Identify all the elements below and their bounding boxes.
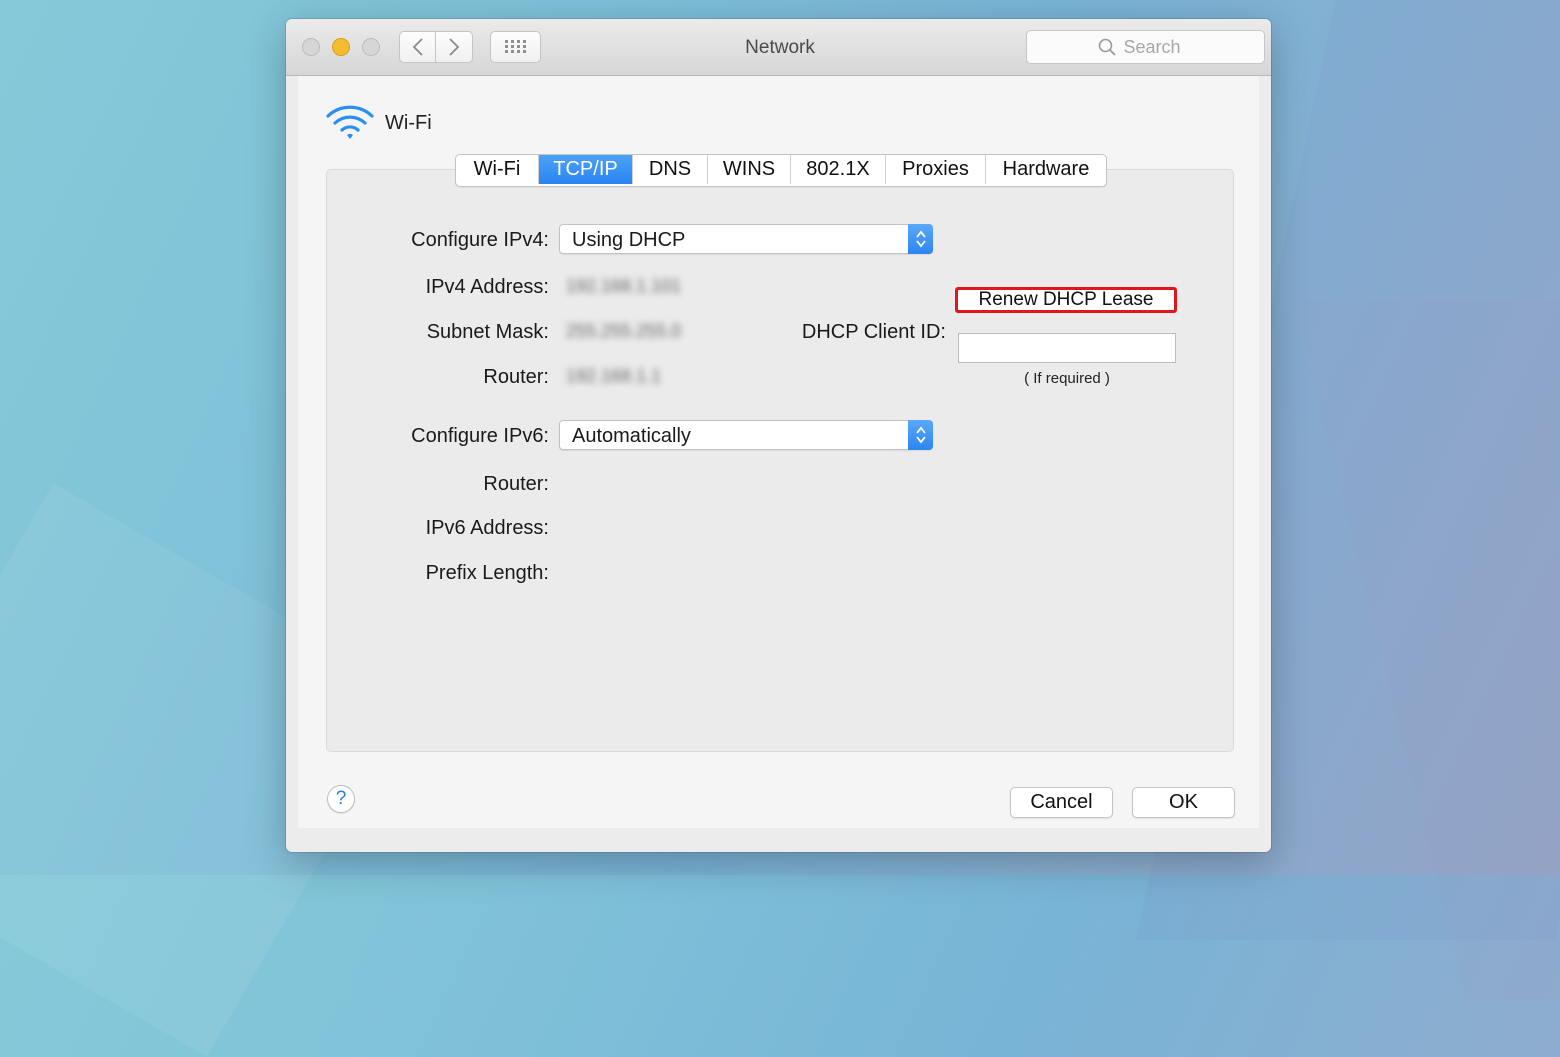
settings-panel xyxy=(326,169,1234,752)
help-button[interactable]: ? xyxy=(327,785,355,813)
ipv4-router-value: 192.168.1.1 xyxy=(566,366,662,386)
configure-ipv4-value: Using DHCP xyxy=(572,229,686,251)
wifi-icon xyxy=(326,105,374,139)
search-field[interactable] xyxy=(1026,30,1265,64)
tab-bar: Wi-Fi TCP/IP DNS WINS 802.1X Proxies Har… xyxy=(455,154,1107,187)
configure-ipv6-select[interactable]: Automatically xyxy=(559,420,933,450)
chevron-right-icon xyxy=(449,38,460,56)
grid-icon xyxy=(504,40,526,53)
zoom-window-button[interactable] xyxy=(362,38,380,56)
network-preferences-window: Network Wi-Fi Wi-Fi TCP/IP DNS WINS 802.… xyxy=(286,19,1271,852)
configure-ipv6-value: Automatically xyxy=(572,425,691,447)
subnet-mask-label: Subnet Mask: xyxy=(426,321,549,343)
forward-button[interactable] xyxy=(436,31,473,63)
tab-8021x[interactable]: 802.1X xyxy=(791,155,886,184)
ipv4-address-label: IPv4 Address: xyxy=(425,276,549,298)
configure-ipv6-label: Configure IPv6: xyxy=(411,425,549,447)
ok-button[interactable]: OK xyxy=(1132,787,1235,818)
close-window-button[interactable] xyxy=(302,38,320,56)
dhcp-client-id-label: DHCP Client ID: xyxy=(801,321,946,343)
ipv4-router-label: Router: xyxy=(483,366,549,388)
client-id-hint: ( If required ) xyxy=(1024,370,1110,387)
network-name: Wi-Fi xyxy=(385,112,432,134)
content-area: Wi-Fi Wi-Fi TCP/IP DNS WINS 802.1X Proxi… xyxy=(298,76,1259,828)
renew-dhcp-lease-button[interactable]: Renew DHCP Lease xyxy=(955,287,1177,313)
cancel-button[interactable]: Cancel xyxy=(1010,787,1113,818)
tab-proxies[interactable]: Proxies xyxy=(886,155,986,184)
configure-ipv4-select[interactable]: Using DHCP xyxy=(559,224,933,254)
back-button[interactable] xyxy=(399,31,436,63)
configure-ipv4-label: Configure IPv4: xyxy=(411,229,549,251)
ipv6-router-label: Router: xyxy=(483,473,549,495)
search-input[interactable] xyxy=(1123,36,1194,58)
chevron-left-icon xyxy=(412,38,423,56)
tab-dns[interactable]: DNS xyxy=(633,155,708,184)
prefix-length-label: Prefix Length: xyxy=(425,562,549,584)
tab-wifi[interactable]: Wi-Fi xyxy=(456,155,539,184)
updown-arrows-icon xyxy=(908,420,933,450)
show-all-button[interactable] xyxy=(490,31,541,63)
ipv4-address-value: 192.168.1.101 xyxy=(566,276,682,296)
tab-hardware[interactable]: Hardware xyxy=(986,155,1106,184)
subnet-mask-value: 255.255.255.0 xyxy=(566,321,682,341)
ipv6-address-label: IPv6 Address: xyxy=(425,517,549,539)
window-title: Network xyxy=(745,37,815,58)
minimize-window-button[interactable] xyxy=(332,38,350,56)
tab-tcpip[interactable]: TCP/IP xyxy=(539,155,633,184)
dhcp-client-id-input[interactable] xyxy=(958,333,1176,363)
search-icon xyxy=(1098,38,1116,56)
title-bar: Network xyxy=(286,19,1271,76)
updown-arrows-icon xyxy=(908,224,933,254)
tab-wins[interactable]: WINS xyxy=(708,155,791,184)
